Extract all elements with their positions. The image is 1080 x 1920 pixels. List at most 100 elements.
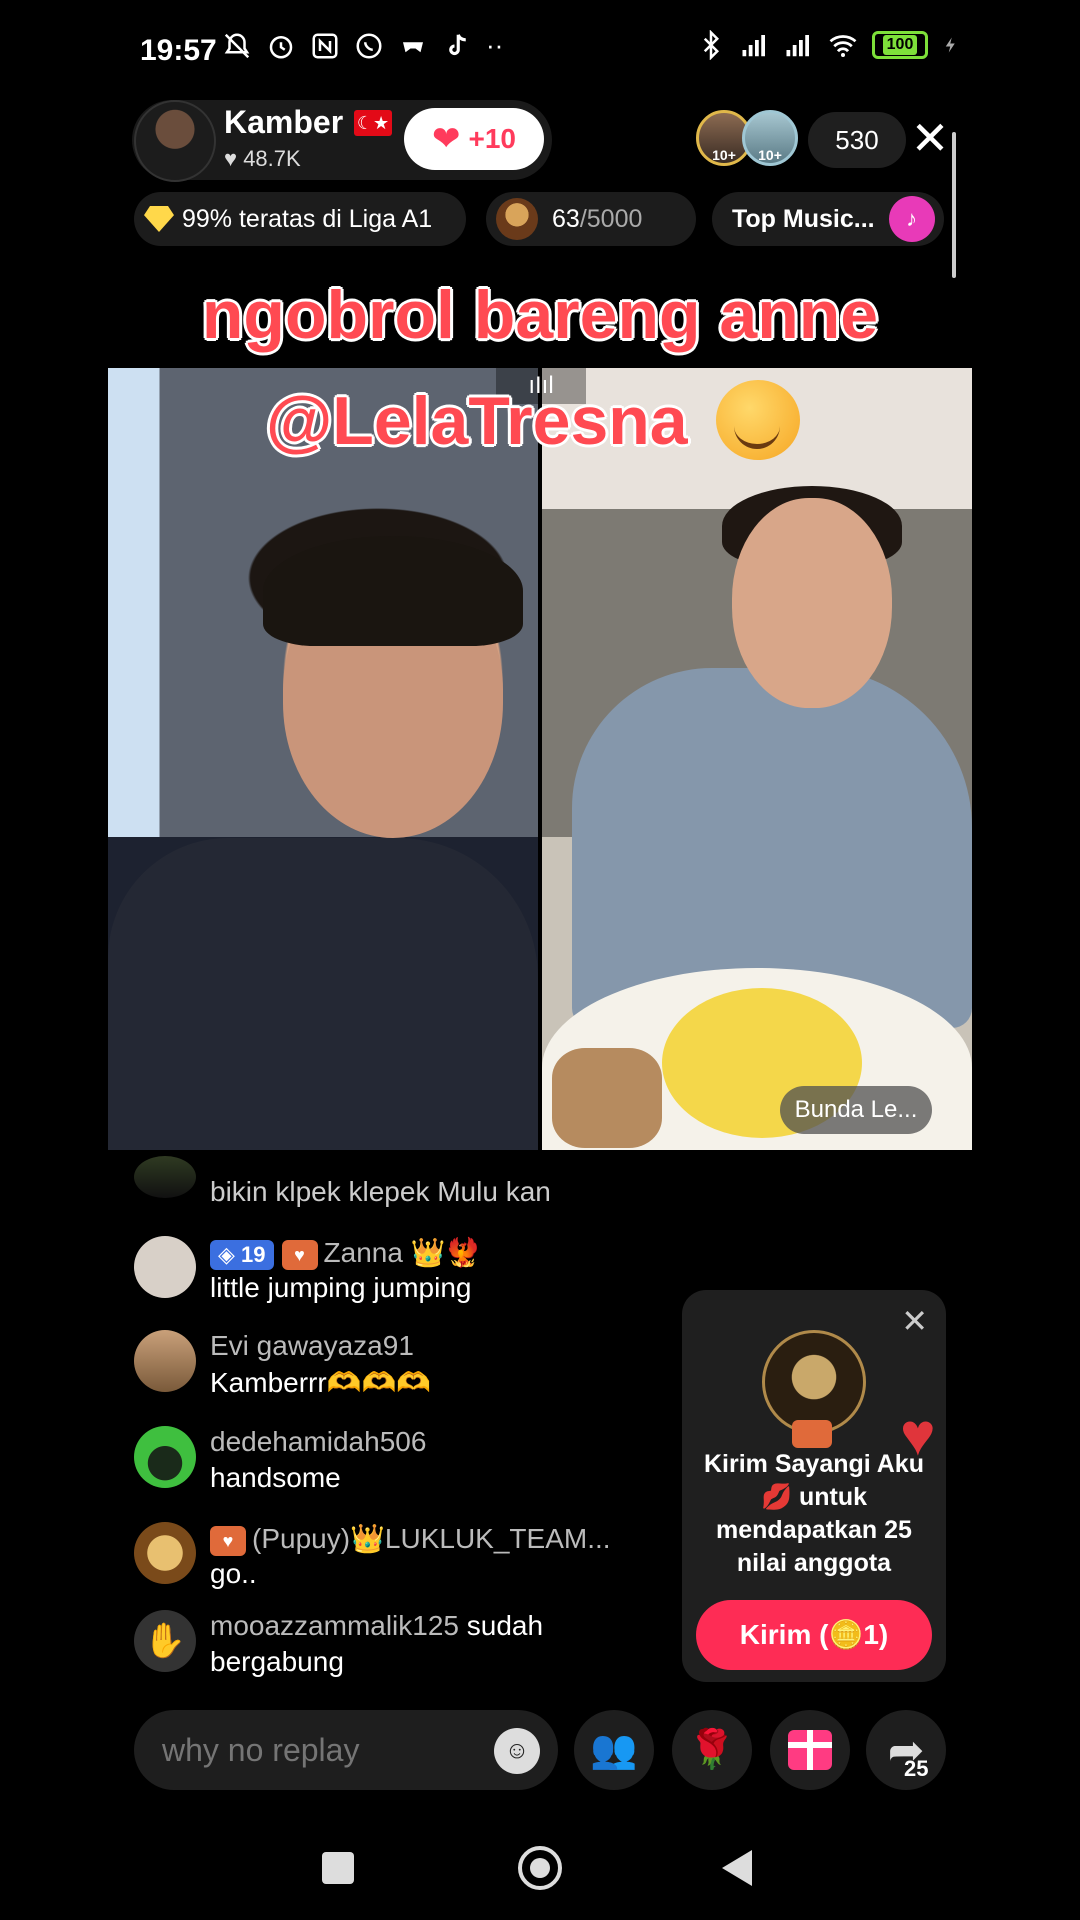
host-likes: ♥ 48.7K: [224, 146, 301, 172]
comment-username: Zanna 👑🐦‍🔥: [323, 1237, 481, 1268]
list-item: bikin klpek klepek Mulu kan: [134, 1156, 674, 1210]
guest-face: [732, 498, 892, 708]
stream-mention: @LelaTresna: [266, 383, 688, 459]
wifi-icon: [829, 35, 857, 57]
commenter-avatar[interactable]: [134, 1522, 196, 1584]
music-chip[interactable]: Top Music... ♪: [712, 192, 944, 246]
comment-text: little jumping jumping: [210, 1272, 472, 1303]
follow-label: +10: [468, 123, 517, 154]
tiktok-icon: [449, 33, 466, 55]
mute-icon: [224, 32, 250, 58]
comment-user[interactable]: ◈ 19 ♥ Zanna 👑🐦‍🔥: [210, 1236, 480, 1270]
comment-text: bikin klpek klepek Mulu kan: [210, 1176, 551, 1207]
heart-icon: ♥: [224, 146, 244, 171]
popup-avatar: [762, 1330, 866, 1434]
list-item: Evi gawayaza91 Kamberrr🫶🫶🫶: [134, 1330, 674, 1410]
scrollbar[interactable]: [952, 132, 956, 278]
notification-icons: ··: [222, 30, 503, 61]
goal-current: 63: [552, 204, 580, 233]
comment-username: (Pupuy)👑LUKLUK_TEAM...: [252, 1523, 611, 1554]
smiling-hearts-emoji-icon: [716, 380, 800, 460]
stream-title: ngobrol bareng anne: [201, 277, 879, 353]
status-time: 19:57: [140, 34, 217, 67]
guest-bread: [552, 1048, 662, 1148]
gift-icon: [788, 1730, 832, 1770]
guests-icon: 👥: [590, 1729, 638, 1771]
more-icon: ··: [486, 30, 504, 60]
status-bar: 19:57 ·· 100: [0, 0, 1080, 100]
commenter-avatar[interactable]: [134, 1156, 196, 1198]
close-icon[interactable]: ✕: [901, 1302, 928, 1340]
goal-progress-text: 63/5000: [552, 205, 642, 234]
gift-button[interactable]: [770, 1710, 850, 1790]
send-gift-button[interactable]: Kirim (🪙1): [696, 1600, 932, 1670]
nfc-icon: [312, 33, 338, 58]
follow-button[interactable]: ❤ +10: [404, 108, 544, 170]
comment-text: handsome: [210, 1462, 341, 1493]
comment-username[interactable]: dedehamidah506: [210, 1426, 426, 1458]
list-item: ◈ 19 ♥ Zanna 👑🐦‍🔥 little jumping jumping: [134, 1236, 674, 1316]
goal-avatar: [496, 198, 538, 240]
top-viewer-avatar[interactable]: 10+: [742, 110, 798, 166]
goal-total: /5000: [579, 204, 643, 233]
rose-icon: 🌹: [688, 1729, 736, 1771]
list-item: dedehamidah506 handsome: [134, 1426, 674, 1506]
emoji-icon[interactable]: ☺: [494, 1728, 540, 1774]
recent-apps-button[interactable]: [322, 1852, 354, 1884]
fan-badge-icon: [792, 1420, 832, 1448]
rose-gift-button[interactable]: 🌹: [672, 1710, 752, 1790]
bluetooth-icon: [703, 30, 720, 60]
list-item: ✋ mooazzammalik125 sudah bergabung: [134, 1610, 674, 1690]
host-name[interactable]: Kamber: [224, 104, 343, 141]
top-viewers[interactable]: 10+ 10+: [696, 110, 798, 166]
music-note-icon: ♪: [888, 196, 935, 242]
heart-icon: ❤: [432, 120, 461, 158]
comment-text: go..: [210, 1558, 257, 1589]
guest-video[interactable]: [542, 368, 972, 1150]
host-avatar[interactable]: [134, 100, 216, 182]
host-likes-count: 48.7K: [243, 146, 301, 171]
alarm-icon: [269, 35, 293, 58]
wave-hand-icon: ✋: [134, 1610, 196, 1672]
game-icon: [403, 41, 423, 52]
signal-icon: [786, 35, 809, 57]
guest-name-tag[interactable]: Bunda Le...: [780, 1086, 932, 1134]
signal-icon: [742, 35, 765, 57]
host-shirt: [108, 838, 538, 1150]
commenter-avatar[interactable]: [134, 1330, 196, 1392]
fan-badge-icon: ♥: [281, 1239, 318, 1270]
level-number: 19: [241, 1241, 266, 1267]
join-message: mooazzammalik125 sudah: [210, 1610, 543, 1642]
comment-user[interactable]: ♥ (Pupuy)👑LUKLUK_TEAM...: [210, 1522, 611, 1556]
join-text: sudah: [466, 1610, 544, 1641]
host-video[interactable]: [108, 368, 538, 1150]
whatsapp-icon: [356, 33, 382, 58]
turkey-flag-icon: ☾★: [354, 110, 392, 136]
league-rank-text: 99% teratas di Liga A1: [182, 204, 433, 233]
list-item: ♥ (Pupuy)👑LUKLUK_TEAM... go..: [134, 1522, 674, 1602]
comment-username[interactable]: Evi gawayaza91: [210, 1330, 414, 1362]
share-count: 25: [904, 1756, 929, 1781]
close-icon[interactable]: ✕: [906, 114, 954, 162]
diamond-icon: [144, 206, 174, 232]
multi-guest-button[interactable]: 👥: [574, 1710, 654, 1790]
league-rank-chip[interactable]: 99% teratas di Liga A1: [134, 192, 466, 246]
charging-icon: [945, 37, 955, 53]
membership-popup: ✕ Kirim Sayangi Aku 💋 untuk mendapatkan …: [682, 1290, 946, 1682]
battery-level: 100: [882, 35, 918, 55]
music-chip-label: Top Music...: [732, 204, 875, 233]
level-badge: ◈ 19: [210, 1239, 274, 1270]
commenter-avatar[interactable]: [134, 1236, 196, 1298]
home-button[interactable]: [518, 1846, 562, 1890]
back-button[interactable]: [722, 1850, 752, 1886]
fan-badge-icon: ♥: [210, 1525, 246, 1556]
comment-text: bergabung: [210, 1646, 344, 1677]
system-icons: 100: [696, 30, 960, 60]
comment-username[interactable]: mooazzammalik125: [210, 1610, 459, 1641]
comment-text: Kamberrr🫶🫶🫶: [210, 1367, 432, 1398]
host-hair: [263, 536, 523, 646]
battery-icon: 100: [872, 31, 928, 59]
viewer-count[interactable]: 530: [808, 112, 906, 168]
goal-progress-chip[interactable]: 63/5000: [486, 192, 696, 246]
commenter-avatar[interactable]: [134, 1426, 196, 1488]
